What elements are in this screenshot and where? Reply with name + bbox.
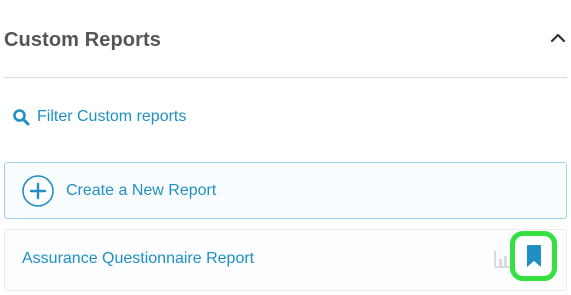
section-title: Custom Reports (4, 29, 161, 51)
filter-label: Filter Custom reports (37, 108, 187, 125)
custom-reports-panel: Custom Reports Filter Custom reports Cre… (0, 0, 571, 295)
create-new-report-button[interactable]: Create a New Report (4, 162, 567, 219)
report-name: Assurance Questionnaire Report (22, 250, 255, 267)
search-icon (13, 109, 30, 126)
section-header: Custom Reports (4, 0, 567, 78)
filter-custom-reports-link[interactable]: Filter Custom reports (12, 106, 186, 128)
bookmark-button[interactable] (510, 231, 557, 281)
chevron-up-icon[interactable] (549, 30, 567, 48)
bookmark-icon (526, 245, 541, 267)
plus-circle-icon (22, 174, 54, 207)
create-report-label: Create a New Report (66, 181, 217, 199)
report-item[interactable]: Assurance Questionnaire Report (4, 229, 567, 291)
